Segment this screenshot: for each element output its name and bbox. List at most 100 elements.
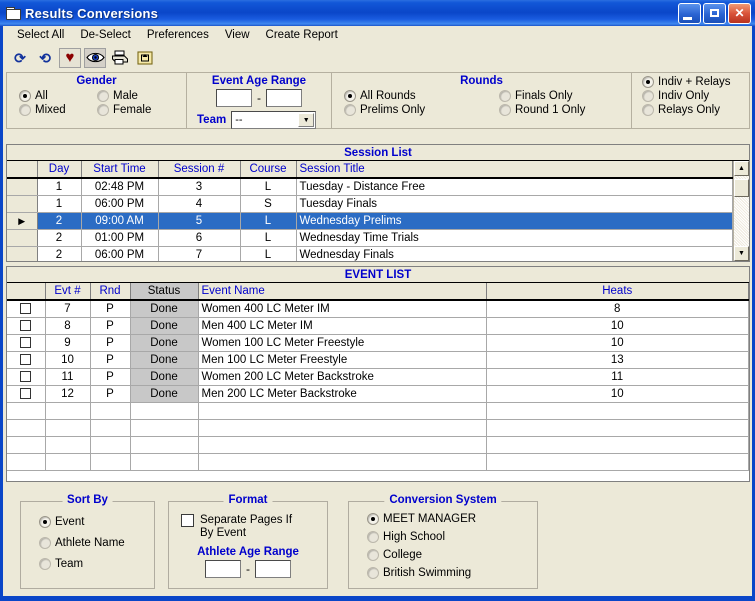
table-row[interactable]: 2 01:00 PM 6 L Wednesday Time Trials	[7, 229, 733, 247]
event-select-checkbox-cell[interactable]	[7, 368, 46, 386]
cell-start-time: 09:00 AM	[81, 212, 159, 230]
export-icon[interactable]	[134, 48, 156, 68]
cell-empty	[198, 436, 487, 454]
table-row[interactable]: 10 P Done Men 100 LC Meter Freestyle 13	[7, 351, 749, 369]
table-row[interactable]: 11 P Done Women 200 LC Meter Backstroke …	[7, 368, 749, 386]
table-row[interactable]: 2 06:00 PM 7 L Wednesday Finals	[7, 246, 733, 261]
table-row[interactable]: 9 P Done Women 100 LC Meter Freestyle 10	[7, 334, 749, 352]
close-button[interactable]: ✕	[728, 2, 751, 24]
radio-relays-only[interactable]: Relays Only	[642, 104, 749, 116]
chevron-down-icon[interactable]: ▼	[298, 113, 315, 127]
table-row-empty[interactable]	[7, 402, 749, 420]
radio-conv-high-school[interactable]: High School	[367, 531, 537, 543]
cell-empty	[130, 419, 199, 437]
maximize-button[interactable]	[703, 2, 726, 24]
cell-session-number: 3	[158, 178, 241, 196]
toolbar: ⟳ ⟲ ♥	[3, 45, 752, 70]
table-row[interactable]: 8 P Done Men 400 LC Meter IM 10	[7, 317, 749, 335]
event-age-from-input[interactable]	[216, 89, 252, 107]
radio-rounds-all[interactable]: All Rounds	[344, 90, 499, 102]
menu-item-de-select[interactable]: De-Select	[72, 28, 139, 43]
redo-icon[interactable]: ⟳	[9, 48, 31, 68]
cell-event-name: Women 400 LC Meter IM	[198, 300, 487, 318]
checkbox[interactable]	[20, 319, 32, 331]
col-course[interactable]: Course	[240, 161, 297, 179]
athlete-age-to-input[interactable]	[255, 560, 291, 578]
col-select[interactable]	[7, 283, 46, 301]
scroll-up-icon[interactable]: ▲	[734, 161, 749, 176]
athlete-age-from-input[interactable]	[205, 560, 241, 578]
table-row-empty[interactable]	[7, 436, 749, 454]
col-session-title[interactable]: Session Title	[296, 161, 733, 179]
menu-item-create-report[interactable]: Create Report	[258, 28, 346, 43]
checkbox[interactable]	[20, 353, 32, 365]
undo-icon[interactable]: ⟲	[34, 48, 56, 68]
session-list-scrollbar[interactable]: ▲ ▼	[733, 161, 749, 261]
col-status[interactable]: Status	[130, 283, 199, 301]
eye-icon[interactable]	[84, 47, 106, 68]
radio-indiv-only[interactable]: Indiv Only	[642, 90, 749, 102]
session-list-table: Day Start Time Session # Course Session …	[7, 161, 733, 261]
cell-event-name: Men 100 LC Meter Freestyle	[198, 351, 487, 369]
radio-indicator	[367, 549, 379, 561]
event-select-checkbox-cell[interactable]	[7, 385, 46, 403]
col-day[interactable]: Day	[37, 161, 82, 179]
col-start-time[interactable]: Start Time	[81, 161, 159, 179]
checkbox[interactable]	[20, 370, 32, 382]
radio-rounds-prelims-only[interactable]: Prelims Only	[344, 104, 499, 116]
radio-gender-female[interactable]: Female	[97, 104, 151, 116]
cell-evt-number: 9	[45, 334, 91, 352]
scroll-down-icon[interactable]: ▼	[734, 246, 749, 261]
cell-event-name: Women 100 LC Meter Freestyle	[198, 334, 487, 352]
table-row[interactable]: 7 P Done Women 400 LC Meter IM 8	[7, 300, 749, 318]
menu-item-select-all[interactable]: Select All	[9, 28, 72, 43]
radio-conv-meet-manager[interactable]: MEET MANAGER	[367, 513, 537, 525]
radio-gender-mixed[interactable]: Mixed	[19, 104, 97, 116]
row-marker	[7, 195, 38, 213]
radio-rounds-round-1-only[interactable]: Round 1 Only	[499, 104, 585, 116]
checkbox[interactable]	[20, 303, 32, 315]
table-row-empty[interactable]	[7, 453, 749, 471]
separate-pages-checkbox[interactable]	[181, 514, 194, 527]
event-select-checkbox-cell[interactable]	[7, 300, 46, 318]
event-select-checkbox-cell[interactable]	[7, 317, 46, 335]
radio-gender-male[interactable]: Male	[97, 90, 151, 102]
row-marker	[7, 229, 38, 247]
menu-item-view[interactable]: View	[217, 28, 258, 43]
event-age-to-input[interactable]	[266, 89, 302, 107]
table-row[interactable]: 1 06:00 PM 4 S Tuesday Finals	[7, 195, 733, 213]
col-heats[interactable]: Heats	[486, 283, 749, 301]
col-session-marker[interactable]	[7, 161, 38, 179]
menu-item-preferences[interactable]: Preferences	[139, 28, 217, 43]
cell-evt-number: 11	[45, 368, 91, 386]
col-session-number[interactable]: Session #	[158, 161, 241, 179]
radio-sort-team[interactable]: Team	[39, 558, 154, 570]
col-event-name[interactable]: Event Name	[198, 283, 487, 301]
radio-conv-british-swimming[interactable]: British Swimming	[367, 567, 537, 579]
radio-indiv-plus-relays[interactable]: Indiv + Relays	[642, 76, 749, 88]
checkbox[interactable]	[20, 336, 32, 348]
minimize-button[interactable]	[678, 2, 701, 24]
sort-by-title: Sort By	[62, 494, 113, 506]
radio-rounds-finals-only[interactable]: Finals Only	[499, 90, 585, 102]
col-evt-number[interactable]: Evt #	[45, 283, 91, 301]
scrollbar-thumb[interactable]	[734, 179, 749, 197]
heart-icon[interactable]: ♥	[59, 47, 81, 68]
radio-sort-athlete-name[interactable]: Athlete Name	[39, 537, 154, 549]
table-row-selected[interactable]: ▶ 2 09:00 AM 5 L Wednesday Prelims	[7, 212, 733, 230]
event-select-checkbox-cell[interactable]	[7, 351, 46, 369]
cell-session-title: Wednesday Prelims	[296, 212, 733, 230]
radio-sort-event[interactable]: Event	[39, 516, 154, 528]
radio-gender-all[interactable]: All	[19, 90, 97, 102]
table-row[interactable]: 12 P Done Men 200 LC Meter Backstroke 10	[7, 385, 749, 403]
col-rnd[interactable]: Rnd	[90, 283, 131, 301]
table-row-empty[interactable]	[7, 419, 749, 437]
radio-conv-college[interactable]: College	[367, 549, 537, 561]
team-dropdown[interactable]: -- ▼	[231, 111, 317, 129]
table-row[interactable]: 1 02:48 PM 3 L Tuesday - Distance Free	[7, 178, 733, 196]
printer-icon[interactable]	[109, 48, 131, 68]
checkbox[interactable]	[20, 387, 32, 399]
radio-label: Round 1 Only	[515, 104, 586, 116]
cell-empty	[7, 453, 46, 471]
event-select-checkbox-cell[interactable]	[7, 334, 46, 352]
